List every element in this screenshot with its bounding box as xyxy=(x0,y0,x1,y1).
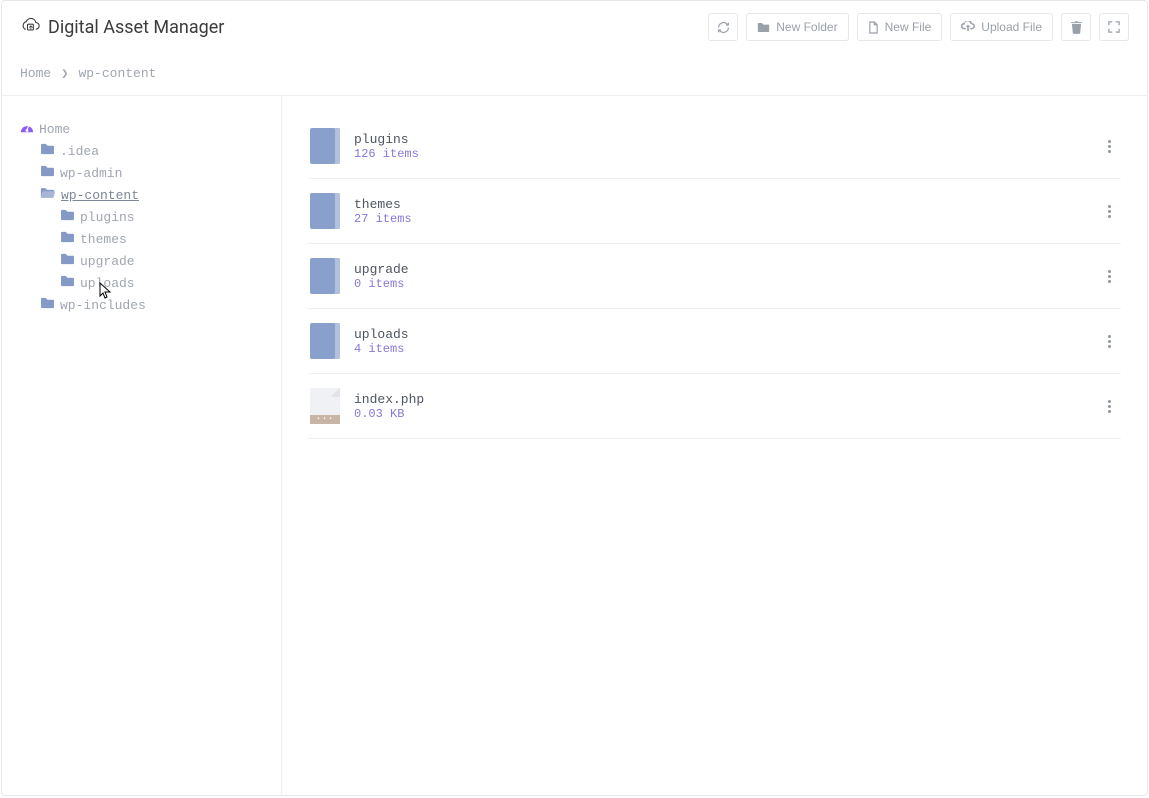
item-name: plugins xyxy=(354,132,1086,147)
header-left: Digital Asset Manager xyxy=(20,17,224,38)
sidebar-item-label: wp-content xyxy=(61,188,139,203)
item-meta: 126 items xyxy=(354,147,1086,161)
sidebar-item-wp-includes[interactable]: wp-includes xyxy=(40,294,263,316)
item-name: index.php xyxy=(354,392,1086,407)
sidebar-item-themes[interactable]: themes xyxy=(60,228,263,250)
body: Home .idea wp-admin xyxy=(2,95,1147,795)
upload-file-button[interactable]: Upload File xyxy=(950,13,1053,41)
fullscreen-button[interactable] xyxy=(1099,13,1129,41)
sidebar: Home .idea wp-admin xyxy=(2,96,282,795)
folder-icon xyxy=(40,297,55,313)
new-folder-button[interactable]: New Folder xyxy=(746,13,848,41)
sidebar-home-label: Home xyxy=(39,122,70,137)
trash-button[interactable] xyxy=(1061,13,1091,41)
list-item-text: upgrade 0 items xyxy=(354,262,1086,291)
sidebar-item-label: upgrade xyxy=(80,254,135,269)
folder-icon xyxy=(60,209,75,225)
file-list: plugins 126 items themes 27 items upgrad… xyxy=(282,96,1147,795)
app-window: Digital Asset Manager New Folder xyxy=(1,0,1148,796)
folder-large-icon xyxy=(310,128,340,164)
upload-icon xyxy=(961,21,975,33)
item-menu-button[interactable] xyxy=(1100,270,1119,283)
upload-file-label: Upload File xyxy=(981,20,1042,34)
item-meta: 4 items xyxy=(354,342,1086,356)
list-item[interactable]: themes 27 items xyxy=(308,179,1121,244)
folder-icon xyxy=(40,165,55,181)
sidebar-item-upgrade[interactable]: upgrade xyxy=(60,250,263,272)
new-file-label: New File xyxy=(885,20,932,34)
folder-large-icon xyxy=(310,193,340,229)
folder-icon xyxy=(60,253,75,269)
file-large-icon xyxy=(310,388,340,424)
chevron-right-icon: ❯ xyxy=(61,66,68,81)
folder-large-icon xyxy=(310,258,340,294)
sidebar-item-label: wp-includes xyxy=(60,298,146,313)
breadcrumb-current[interactable]: wp-content xyxy=(78,66,156,81)
file-icon xyxy=(868,21,879,34)
list-item[interactable]: plugins 126 items xyxy=(308,114,1121,179)
new-folder-label: New Folder xyxy=(776,20,837,34)
trash-icon xyxy=(1071,21,1082,34)
item-name: themes xyxy=(354,197,1086,212)
folder-icon xyxy=(60,275,75,291)
item-name: upgrade xyxy=(354,262,1086,277)
folder-open-icon xyxy=(40,187,56,203)
sidebar-item-label: plugins xyxy=(80,210,135,225)
expand-icon xyxy=(1108,21,1120,33)
folder-icon xyxy=(757,22,770,33)
cloud-icon xyxy=(20,17,40,37)
list-item-text: uploads 4 items xyxy=(354,327,1086,356)
item-meta: 0.03 KB xyxy=(354,407,1086,421)
sidebar-item-label: themes xyxy=(80,232,127,247)
list-item[interactable]: upgrade 0 items xyxy=(308,244,1121,309)
folder-large-icon xyxy=(310,323,340,359)
sidebar-item-uploads[interactable]: uploads xyxy=(60,272,263,294)
sidebar-item-wp-content[interactable]: wp-content xyxy=(40,184,263,206)
refresh-button[interactable] xyxy=(708,13,738,41)
list-item[interactable]: index.php 0.03 KB xyxy=(308,374,1121,439)
list-item-text: themes 27 items xyxy=(354,197,1086,226)
item-menu-button[interactable] xyxy=(1100,335,1119,348)
breadcrumb: Home ❯ wp-content xyxy=(2,51,1147,95)
app-title: Digital Asset Manager xyxy=(48,17,224,38)
refresh-icon xyxy=(717,21,730,34)
folder-icon xyxy=(40,143,55,159)
sidebar-item-label: wp-admin xyxy=(60,166,122,181)
folder-icon xyxy=(60,231,75,247)
item-name: uploads xyxy=(354,327,1086,342)
sidebar-item-idea[interactable]: .idea xyxy=(40,140,263,162)
breadcrumb-home[interactable]: Home xyxy=(20,66,51,81)
list-item-text: plugins 126 items xyxy=(354,132,1086,161)
item-menu-button[interactable] xyxy=(1100,400,1119,413)
sidebar-item-plugins[interactable]: plugins xyxy=(60,206,263,228)
item-meta: 27 items xyxy=(354,212,1086,226)
item-menu-button[interactable] xyxy=(1100,140,1119,153)
sidebar-item-label: uploads xyxy=(80,276,135,291)
header: Digital Asset Manager New Folder xyxy=(2,1,1147,51)
list-item-text: index.php 0.03 KB xyxy=(354,392,1086,421)
sidebar-home[interactable]: Home xyxy=(20,118,263,140)
new-file-button[interactable]: New File xyxy=(857,13,943,41)
toolbar: New Folder New File Upload File xyxy=(708,13,1129,41)
dashboard-icon xyxy=(20,121,34,137)
list-item[interactable]: uploads 4 items xyxy=(308,309,1121,374)
item-meta: 0 items xyxy=(354,277,1086,291)
item-menu-button[interactable] xyxy=(1100,205,1119,218)
sidebar-item-wp-admin[interactable]: wp-admin xyxy=(40,162,263,184)
sidebar-item-label: .idea xyxy=(60,144,99,159)
